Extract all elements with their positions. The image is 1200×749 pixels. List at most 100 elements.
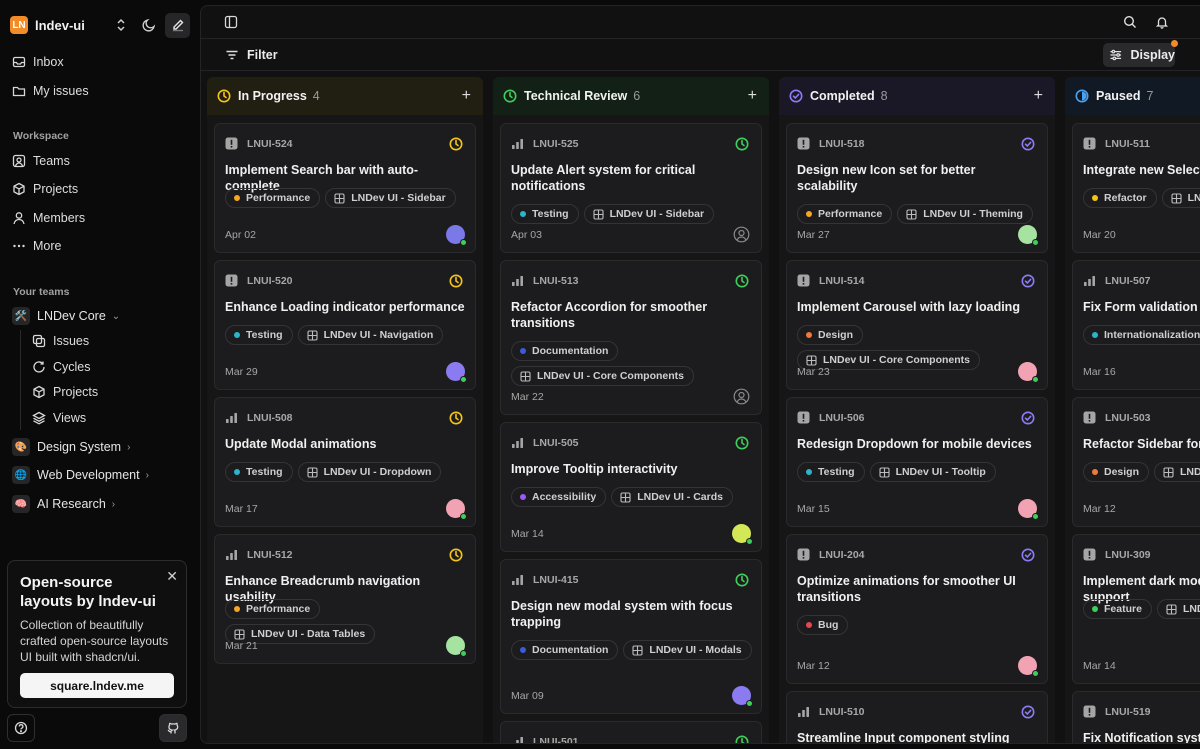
issue-card[interactable]: LNUI-525 Update Alert system for critical… xyxy=(500,123,762,253)
workspace-logo[interactable]: LN xyxy=(10,16,28,34)
user-icon xyxy=(13,212,25,225)
label-tag[interactable]: Performance xyxy=(225,599,321,619)
label-dot xyxy=(1092,606,1098,612)
issue-id: LNUI-506 xyxy=(819,411,865,424)
project-tag[interactable]: LNDev UI - Sidebar xyxy=(325,188,456,208)
issue-tags: Performance LNDev UI - Data Tables xyxy=(225,599,475,644)
sidebar-item-projects[interactable]: Projects xyxy=(6,176,194,202)
issue-card[interactable]: LNUI-524 Implement Search bar with auto-c… xyxy=(214,123,476,253)
project-tag[interactable]: LNDev UI - Modals xyxy=(623,640,752,660)
label-tag[interactable]: Design xyxy=(797,325,864,345)
issue-card[interactable]: LNUI-508 Update Modal animations Testing LN… xyxy=(214,397,476,527)
workspace-switch-icon[interactable] xyxy=(109,13,133,37)
issue-card[interactable]: LNUI-415 Design new modal system with foc… xyxy=(500,559,762,714)
label-tag[interactable]: Design xyxy=(1083,462,1150,482)
new-issue-icon[interactable] xyxy=(165,12,190,38)
label-tag[interactable]: Testing xyxy=(225,325,293,345)
issue-card[interactable]: LNUI-510 Streamline Input component styli… xyxy=(786,691,1048,743)
label-tag[interactable]: Refactor xyxy=(1083,188,1157,208)
issue-card[interactable]: LNUI-506 Redesign Dropdown for mobile dev… xyxy=(786,397,1048,527)
promo-link-button[interactable]: square.lndev.me xyxy=(20,673,174,698)
avatar[interactable] xyxy=(446,225,467,246)
issue-card[interactable]: LNUI-501 xyxy=(500,721,762,743)
avatar[interactable] xyxy=(446,499,467,520)
avatar[interactable] xyxy=(732,686,753,707)
issue-tags: Design LND xyxy=(1083,462,1200,482)
team-sub-cycles[interactable]: Cycles xyxy=(26,355,186,379)
issue-card[interactable]: LNUI-519 Fix Notification syste xyxy=(1072,691,1200,743)
avatar[interactable] xyxy=(1018,225,1039,246)
project-tag[interactable]: LN xyxy=(1161,188,1200,208)
label-tag[interactable]: Documentation xyxy=(511,640,619,660)
project-tag[interactable]: LNDev UI - Navigation xyxy=(297,325,444,345)
avatar[interactable] xyxy=(732,524,753,545)
label-tag[interactable]: Testing xyxy=(511,204,579,224)
bell-icon[interactable] xyxy=(1150,10,1174,34)
issue-card[interactable]: LNUI-309Implement dark mode preferences … xyxy=(1072,534,1200,684)
issue-card[interactable]: LNUI-514 Implement Carousel with lazy loa… xyxy=(786,260,1048,390)
issue-card[interactable]: LNUI-520 Enhance Loading indicator perfor… xyxy=(214,260,476,390)
label-tag[interactable]: Performance xyxy=(225,188,321,208)
add-issue-icon[interactable]: + xyxy=(462,88,471,104)
workspace-name[interactable]: lndev-ui xyxy=(35,18,85,33)
label-tag[interactable]: Testing xyxy=(225,462,293,482)
project-tag[interactable]: LNDev UI - Cards xyxy=(611,487,733,507)
avatar[interactable] xyxy=(446,636,467,657)
avatar[interactable] xyxy=(1018,499,1039,520)
unassigned-avatar-icon[interactable] xyxy=(733,226,750,243)
project-tag[interactable]: LNDev UI - Sidebar xyxy=(583,204,715,224)
avatar[interactable] xyxy=(1018,656,1039,677)
project-tag[interactable]: LND xyxy=(1154,462,1200,482)
filter-button[interactable]: Filter xyxy=(225,45,278,65)
search-icon[interactable] xyxy=(1118,10,1142,34)
sidebar-toggle-icon[interactable] xyxy=(219,10,243,34)
unassigned-avatar-icon[interactable] xyxy=(733,388,750,405)
add-issue-icon[interactable]: + xyxy=(1034,88,1043,104)
column-title: Technical Review xyxy=(524,89,628,103)
github-icon[interactable] xyxy=(159,714,187,742)
project-tag[interactable]: LNDev UI - Tooltip xyxy=(869,462,996,482)
team-sub-projects[interactable]: Projects xyxy=(26,380,186,404)
team-sub-views[interactable]: Views xyxy=(26,406,186,430)
add-issue-icon[interactable]: + xyxy=(748,88,757,104)
team-ai-research[interactable]: 🧠 AI Research › xyxy=(6,492,194,516)
issue-id: LNUI-204 xyxy=(819,548,865,561)
label-tag[interactable]: Accessibility xyxy=(511,487,607,507)
label-tag[interactable]: Documentation xyxy=(511,341,619,361)
column-count: 7 xyxy=(1146,89,1154,103)
issue-card[interactable]: LNUI-513 Refactor Accordion for smoother … xyxy=(500,260,762,415)
sidebar-item-more[interactable]: More xyxy=(6,233,194,259)
issue-card[interactable]: LNUI-512 Enhance Breadcrumb navigation us… xyxy=(214,534,476,664)
issue-card[interactable]: LNUI-507 Fix Form validation is Internatio… xyxy=(1072,260,1200,390)
team-design-system[interactable]: 🎨 Design System › xyxy=(6,435,194,459)
sidebar-item-teams[interactable]: Teams xyxy=(6,148,194,174)
sidebar-item-members[interactable]: Members xyxy=(6,205,194,231)
avatar[interactable] xyxy=(1018,362,1039,383)
project-tag[interactable]: LND xyxy=(1156,599,1200,619)
issue-card[interactable]: LNUI-505 Improve Tooltip interactivity Acc… xyxy=(500,422,762,552)
issue-card[interactable]: LNUI-204 Optimize animations for smoother… xyxy=(786,534,1048,684)
display-button[interactable]: Display xyxy=(1103,40,1178,67)
label-tag[interactable]: Performance xyxy=(797,204,893,224)
label-tag[interactable]: Internationalization xyxy=(1083,325,1200,345)
avatar[interactable] xyxy=(446,362,467,383)
issue-card[interactable]: LNUI-511 Integrate new Select c Refactor LN… xyxy=(1072,123,1200,253)
team-web-development[interactable]: 🌐 Web Development › xyxy=(6,463,194,487)
label-tag[interactable]: Bug xyxy=(797,615,849,635)
project-tag[interactable]: LNDev UI - Theming xyxy=(897,204,1033,224)
sidebar-item-my-issues[interactable]: My issues xyxy=(6,78,194,104)
issue-card[interactable]: LNUI-503 Refactor Sidebar for b Design LND M… xyxy=(1072,397,1200,527)
team-sub-issues[interactable]: Issues xyxy=(26,329,186,353)
sidebar-item-inbox[interactable]: Inbox xyxy=(6,49,194,75)
issue-card[interactable]: LNUI-518 Design new Icon set for better s… xyxy=(786,123,1048,253)
issue-title: Fix Form validation is xyxy=(1083,300,1200,314)
project-tag[interactable]: LNDev UI - Dropdown xyxy=(297,462,442,482)
close-icon[interactable]: ✕ xyxy=(166,568,178,585)
label-tag[interactable]: Feature xyxy=(1083,599,1152,619)
label-tag[interactable]: Testing xyxy=(797,462,865,482)
theme-toggle-icon[interactable] xyxy=(137,13,161,37)
issue-date: Mar 12 xyxy=(797,660,830,672)
help-icon[interactable] xyxy=(7,714,35,742)
project-tag[interactable]: LNDev UI - Core Components xyxy=(511,366,695,386)
team-lndev-core[interactable]: 🛠️ LNDev Core ⌄ xyxy=(6,304,194,328)
